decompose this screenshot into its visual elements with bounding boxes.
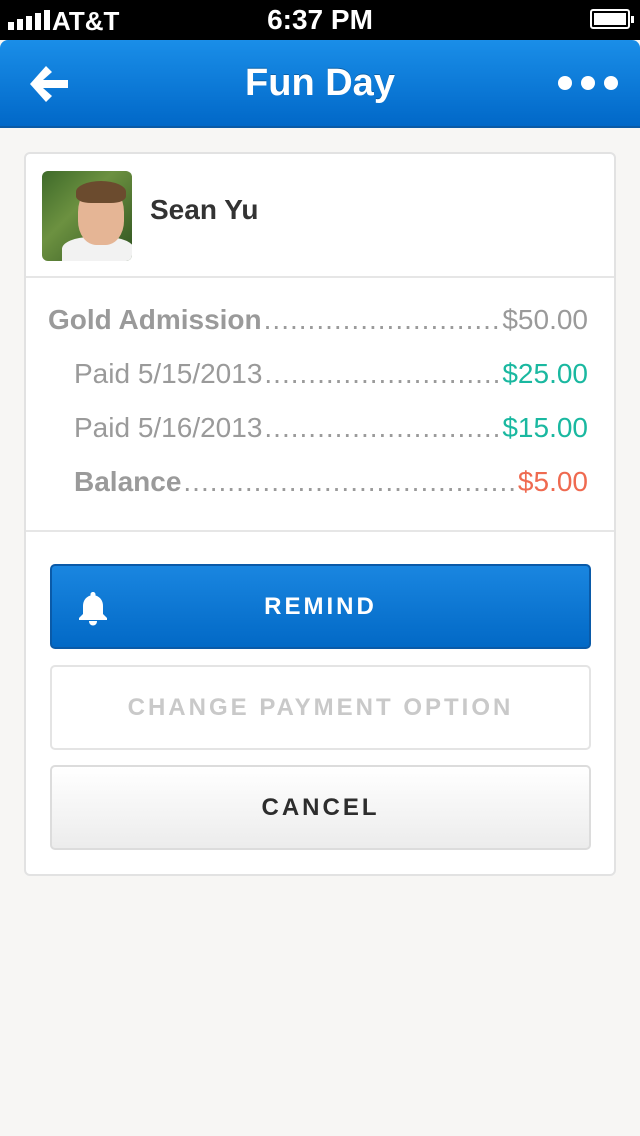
ledger-label: Paid 5/16/2013 [74,412,263,443]
ledger-row-total: Gold Admission $50.00 [48,304,588,344]
page-title: Fun Day [245,62,395,104]
bell-icon [79,592,107,626]
leader-dots [183,466,516,498]
ledger-row-payment: Paid 5/15/2013 $25.00 [74,358,588,398]
person-row: Sean Yu [26,154,614,278]
ledger-row-balance: Balance $5.00 [74,466,588,506]
avatar [42,171,132,261]
more-options-button[interactable] [558,70,618,96]
remind-label: REMIND [264,592,377,620]
ledger-label: Gold Admission [48,304,262,335]
ledger-amount: $50.00 [502,304,588,335]
ledger-row-payment: Paid 5/16/2013 $15.00 [74,412,588,452]
payment-ledger: Gold Admission $50.00 Paid 5/15/2013 $25… [26,278,614,532]
change-payment-option-label: CHANGE PAYMENT OPTION [127,693,514,721]
ledger-amount: $5.00 [517,466,588,497]
more-dots-icon [558,76,572,90]
change-payment-option-button[interactable]: CHANGE PAYMENT OPTION [50,665,591,750]
cancel-button[interactable]: CANCEL [50,765,591,850]
status-bar: AT&T 6:37 PM [0,0,640,40]
person-name: Sean Yu [150,194,259,225]
leader-dots [264,304,501,336]
ledger-label: Paid 5/15/2013 [74,358,263,389]
status-time: 6:37 PM [267,4,373,35]
ledger-label: Balance [74,466,182,497]
ledger-amount: $15.00 [502,412,588,443]
cancel-label: CANCEL [261,793,380,821]
payment-card: Sean Yu Gold Admission $50.00 Paid 5/15/… [24,152,616,876]
battery-icon [590,9,634,29]
navigation-bar: Fun Day [0,40,640,128]
remind-button[interactable]: REMIND [50,564,591,649]
leader-dots [264,412,500,444]
ledger-amount: $25.00 [502,358,588,389]
leader-dots [264,358,500,390]
